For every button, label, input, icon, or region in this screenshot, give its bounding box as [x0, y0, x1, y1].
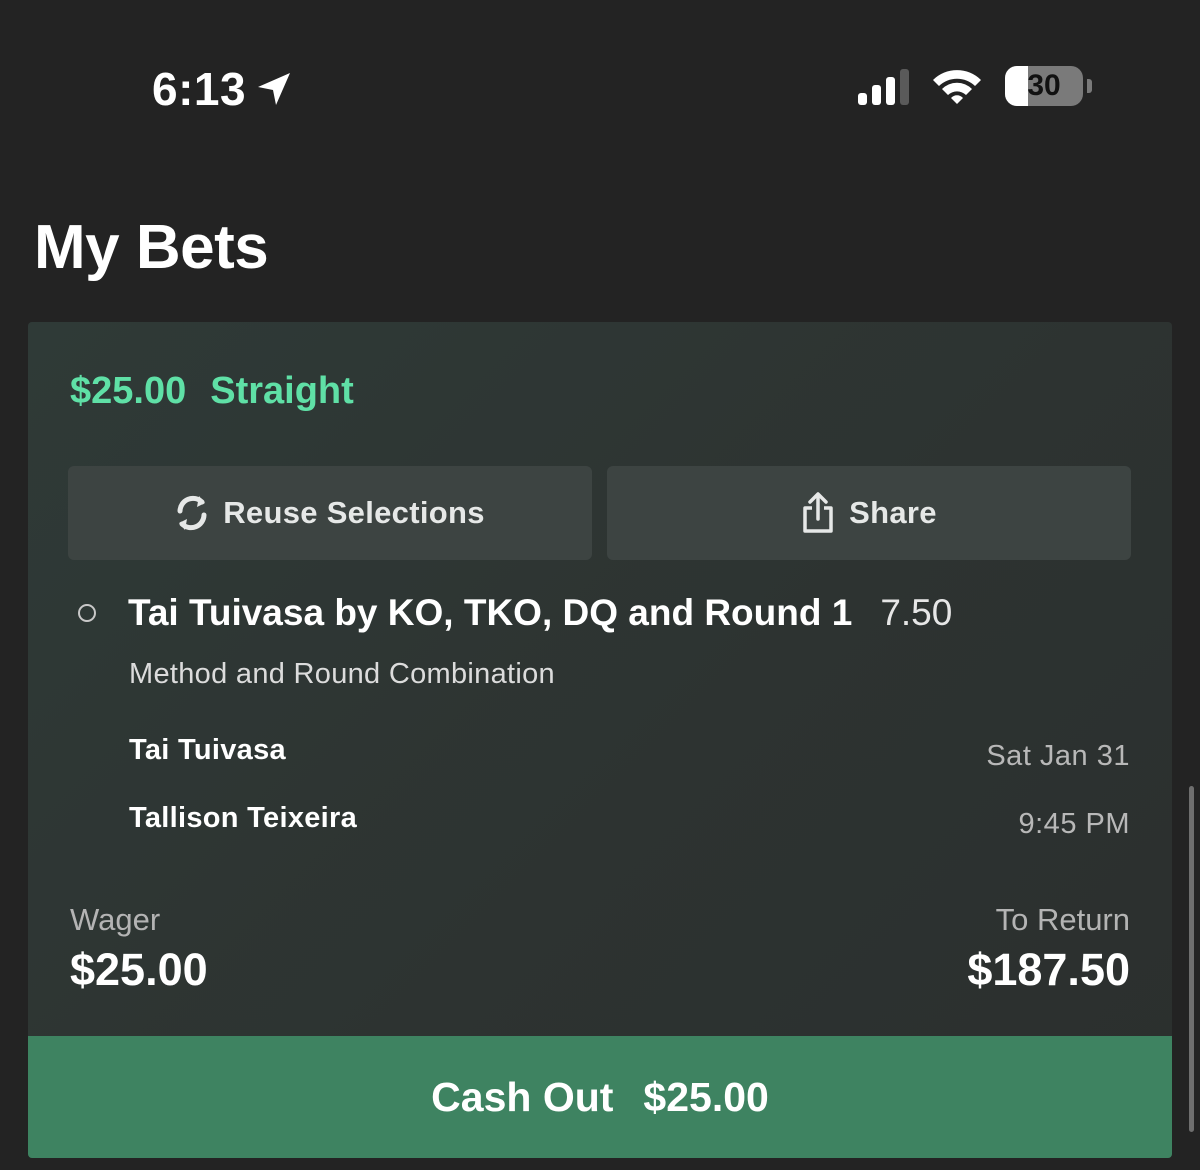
to-return-label: To Return [995, 902, 1130, 937]
battery-tip [1087, 79, 1092, 93]
cellular-signal-icon [858, 67, 909, 105]
scrollbar[interactable] [1189, 786, 1194, 1132]
event-date: Sat Jan 31 [986, 740, 1130, 772]
status-indicators: 30 [858, 66, 1092, 106]
event-time: 9:45 PM [1018, 808, 1130, 840]
wager-label: Wager [70, 902, 161, 937]
bet-type: Straight [210, 370, 354, 412]
cash-out-button[interactable]: Cash Out $25.00 [28, 1036, 1172, 1158]
to-return-value: $187.50 [967, 944, 1130, 995]
reuse-selections-button[interactable]: Reuse Selections [68, 466, 592, 560]
wager-value: $25.00 [70, 944, 208, 995]
share-icon [803, 492, 833, 533]
reuse-selections-label: Reuse Selections [223, 495, 485, 530]
selection-status-circle-icon [78, 604, 96, 622]
battery-level: 30 [1027, 69, 1061, 102]
status-time: 6:13 [152, 63, 247, 115]
app-screen: 6:13 30 My Bets $25.00 Straight Reuse Se… [0, 0, 1200, 1170]
bet-stake: $25.00 [70, 370, 187, 412]
share-label: Share [849, 495, 937, 530]
selection-title: Tai Tuivasa by KO, TKO, DQ and Round 1 [128, 592, 853, 633]
selection-odds: 7.50 [880, 592, 953, 633]
battery-icon: 30 [1005, 66, 1083, 106]
refresh-icon [177, 495, 207, 531]
cash-out-label: Cash Out [431, 1073, 614, 1120]
status-time-wrap: 6:13 [152, 62, 294, 116]
page-title: My Bets [34, 213, 269, 282]
bet-card: $25.00 Straight Reuse Selections Share T… [28, 322, 1172, 1158]
selection-row: Tai Tuivasa by KO, TKO, DQ and Round 1 7… [78, 592, 952, 634]
cash-out-amount: $25.00 [643, 1073, 769, 1120]
bet-header: $25.00 Straight [70, 370, 354, 413]
market-name: Method and Round Combination [129, 658, 555, 690]
competitor-2: Tallison Teixeira [129, 802, 358, 834]
wifi-icon [933, 70, 981, 104]
competitor-1: Tai Tuivasa [129, 734, 286, 766]
share-button[interactable]: Share [607, 466, 1131, 560]
status-bar: 6:13 30 [0, 58, 1200, 122]
location-arrow-icon [258, 73, 291, 105]
